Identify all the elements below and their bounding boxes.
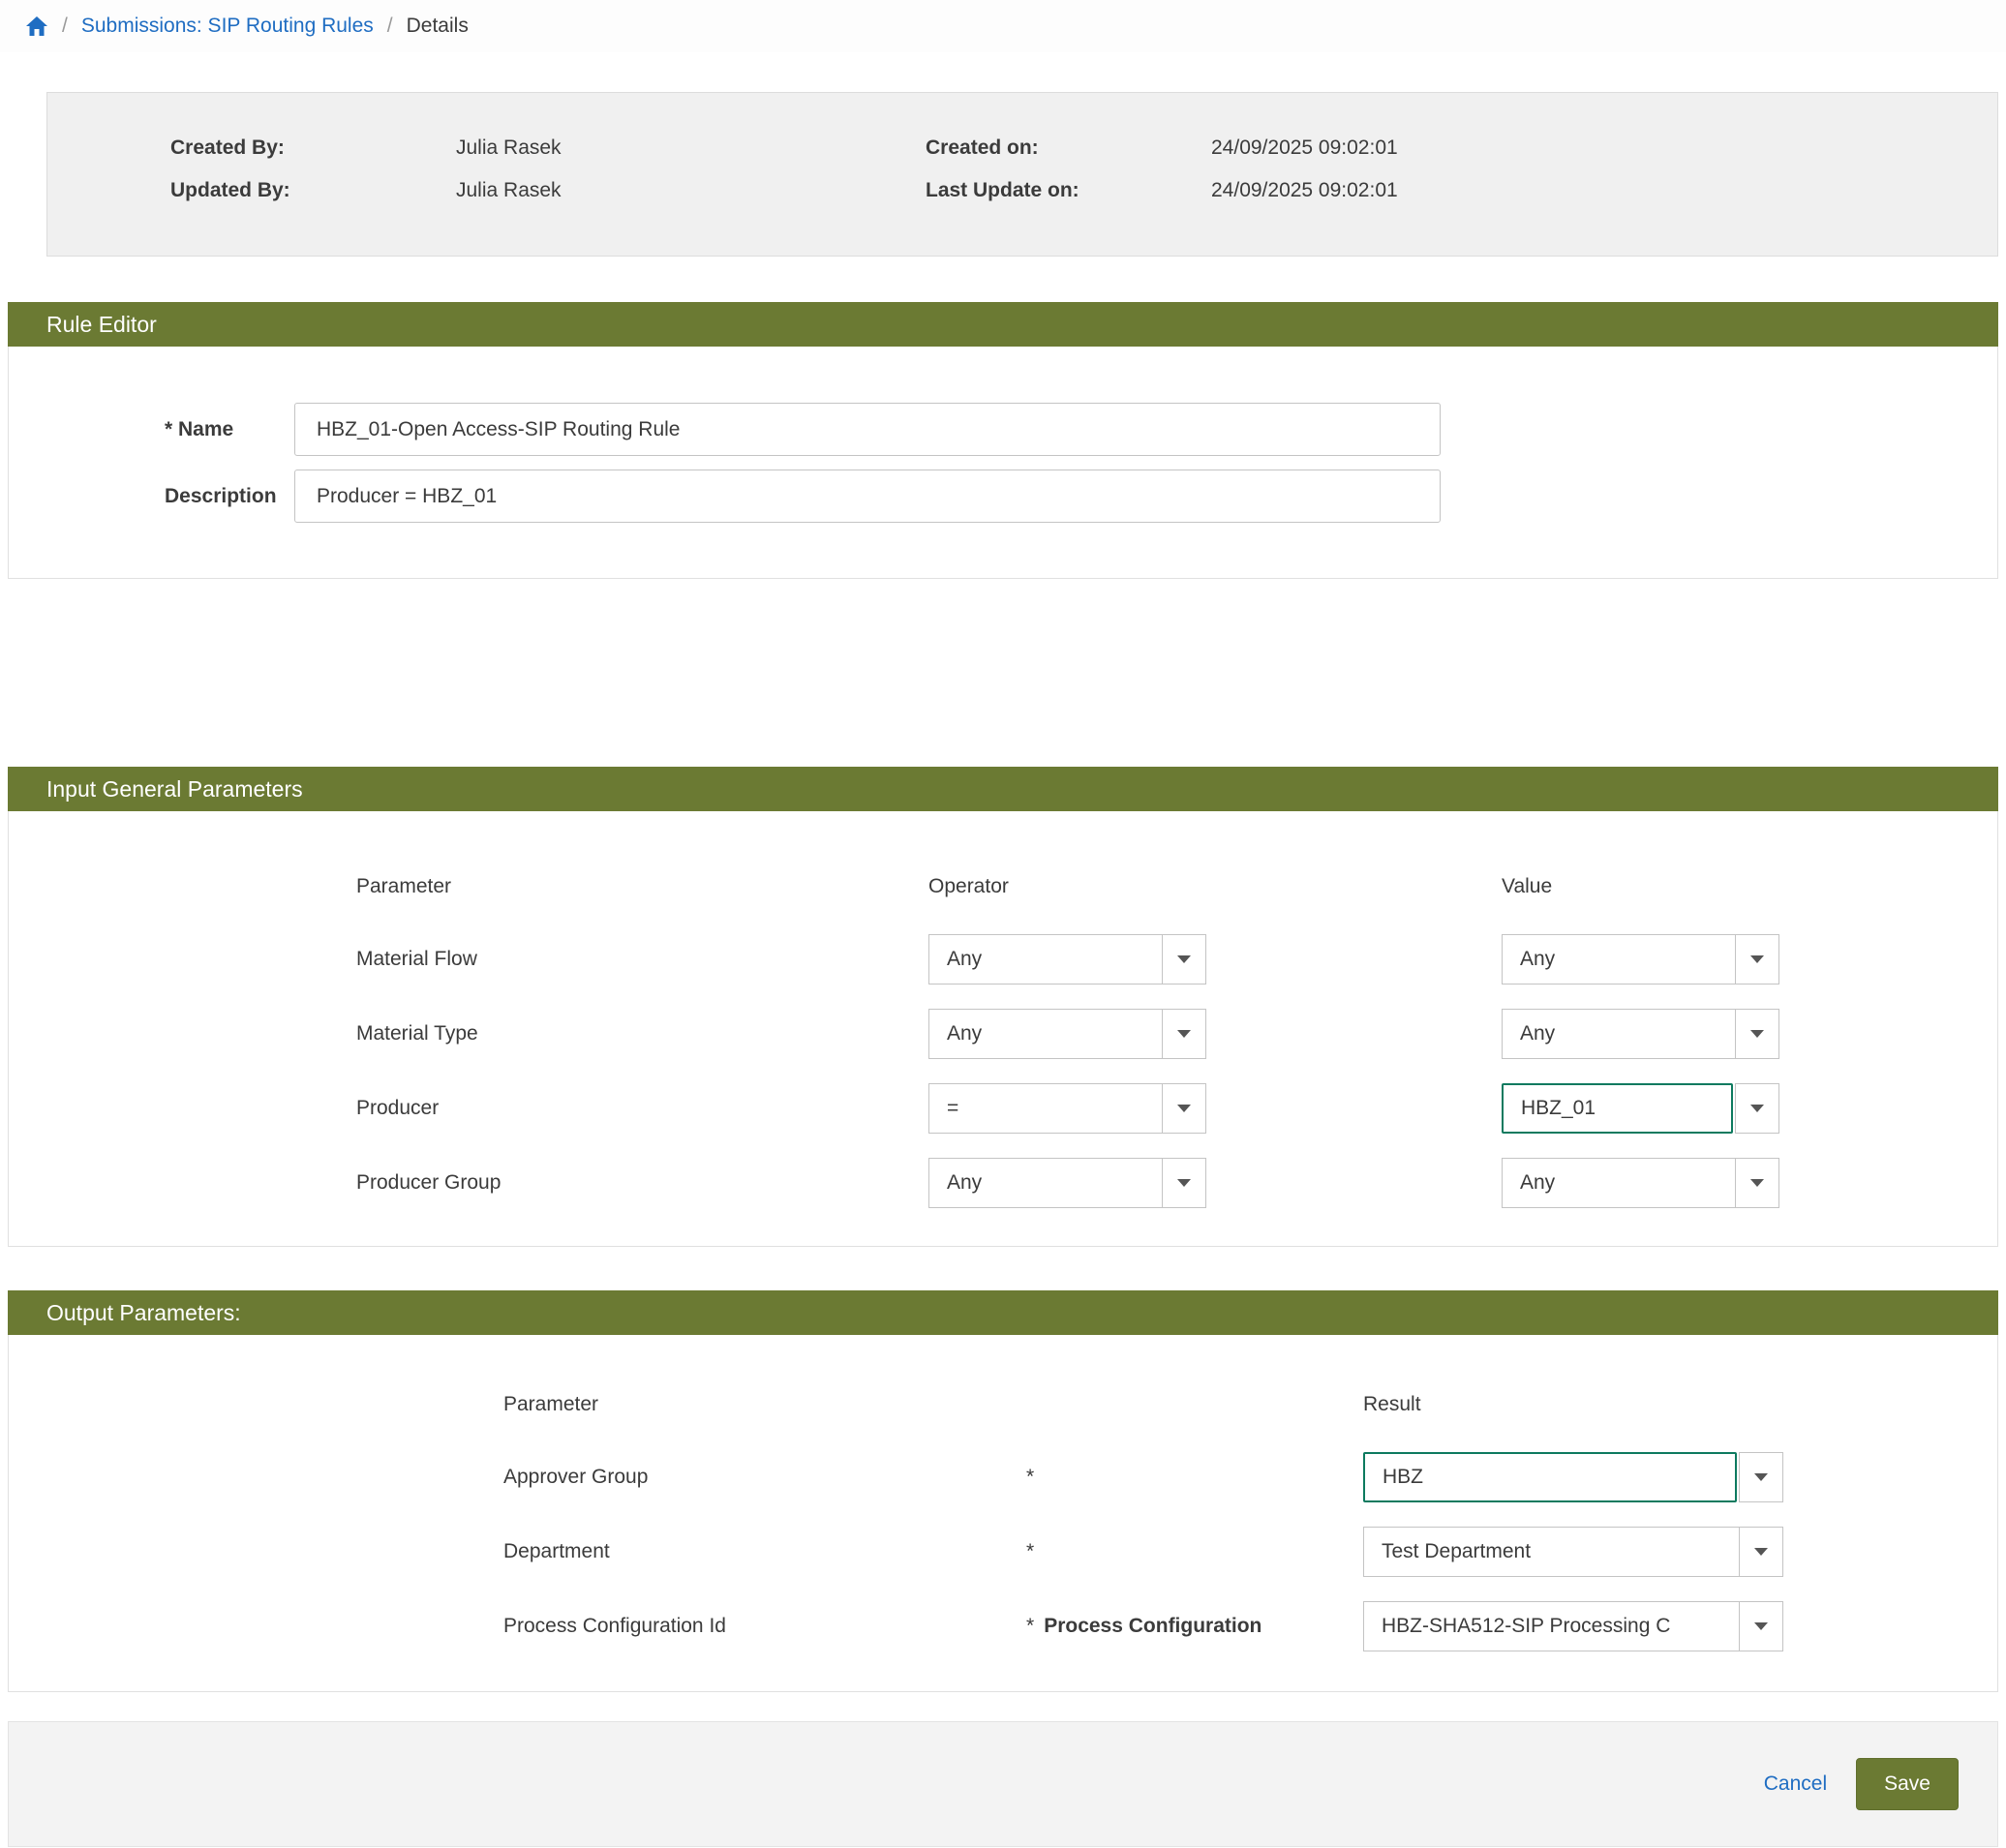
param-label-approver-group: Approver Group bbox=[503, 1466, 1026, 1489]
output-parameters-body: Parameter Result Approver Group * HBZ De… bbox=[8, 1335, 1998, 1692]
column-header-value: Value bbox=[1502, 875, 1997, 910]
producer-operator-dropdown[interactable]: = bbox=[928, 1083, 1206, 1134]
chevron-down-icon[interactable] bbox=[1162, 934, 1206, 985]
created-on-value: 24/09/2025 09:02:01 bbox=[1211, 136, 1997, 169]
name-label: * Name bbox=[9, 418, 294, 441]
rule-editor-header: Rule Editor bbox=[8, 302, 1998, 347]
cancel-button[interactable]: Cancel bbox=[1764, 1772, 1827, 1796]
process-configuration-label: *Process Configuration bbox=[1026, 1615, 1363, 1638]
output-parameters-header: Output Parameters: bbox=[8, 1290, 1998, 1335]
chevron-down-icon[interactable] bbox=[1735, 1009, 1779, 1059]
chevron-down-icon[interactable] bbox=[1739, 1527, 1783, 1577]
record-info-panel: Created By: Julia Rasek Created on: 24/0… bbox=[46, 92, 1998, 257]
created-by-label: Created By: bbox=[170, 136, 456, 169]
column-header-result: Result bbox=[1363, 1393, 1997, 1428]
chevron-down-icon[interactable] bbox=[1162, 1158, 1206, 1208]
chevron-down-icon[interactable] bbox=[1735, 1158, 1779, 1208]
producer-group-operator-dropdown[interactable]: Any bbox=[928, 1158, 1206, 1208]
material-flow-operator-dropdown[interactable]: Any bbox=[928, 934, 1206, 985]
breadcrumb-link-sip-routing-rules[interactable]: Submissions: SIP Routing Rules bbox=[81, 15, 374, 38]
column-header-parameter: Parameter bbox=[503, 1393, 1026, 1428]
param-label-material-flow: Material Flow bbox=[356, 948, 928, 971]
producer-group-value-dropdown[interactable]: Any bbox=[1502, 1158, 1779, 1208]
param-label-producer: Producer bbox=[356, 1097, 928, 1120]
footer-action-bar: Cancel Save bbox=[8, 1721, 1998, 1847]
description-label: Description bbox=[9, 485, 294, 508]
input-parameters-body: Parameter Operator Value Material Flow A… bbox=[8, 811, 1998, 1247]
rule-editor-body: * Name Description bbox=[8, 347, 1998, 579]
required-asterisk: * bbox=[1026, 1540, 1363, 1563]
material-flow-value-dropdown[interactable]: Any bbox=[1502, 934, 1779, 985]
input-parameters-section: Input General Parameters Parameter Opera… bbox=[8, 767, 1998, 1247]
chevron-down-icon[interactable] bbox=[1739, 1452, 1783, 1502]
chevron-down-icon[interactable] bbox=[1735, 1083, 1779, 1134]
chevron-down-icon[interactable] bbox=[1162, 1009, 1206, 1059]
param-label-producer-group: Producer Group bbox=[356, 1171, 928, 1195]
breadcrumb-separator: / bbox=[62, 15, 68, 38]
input-parameters-header: Input General Parameters bbox=[8, 767, 1998, 811]
home-icon[interactable] bbox=[25, 15, 48, 38]
material-type-value-dropdown[interactable]: Any bbox=[1502, 1009, 1779, 1059]
chevron-down-icon[interactable] bbox=[1739, 1601, 1783, 1651]
chevron-down-icon[interactable] bbox=[1735, 934, 1779, 985]
chevron-down-icon[interactable] bbox=[1162, 1083, 1206, 1134]
approver-group-dropdown[interactable]: HBZ bbox=[1363, 1452, 1783, 1502]
param-label-process-configuration-id: Process Configuration Id bbox=[503, 1615, 1026, 1638]
breadcrumb-separator: / bbox=[387, 15, 393, 38]
column-header-parameter: Parameter bbox=[356, 875, 928, 910]
param-label-department: Department bbox=[503, 1540, 1026, 1563]
column-header-operator: Operator bbox=[928, 875, 1502, 910]
process-configuration-dropdown[interactable]: HBZ-SHA512-SIP Processing C bbox=[1363, 1601, 1783, 1651]
updated-by-value: Julia Rasek bbox=[456, 179, 926, 212]
description-input[interactable] bbox=[294, 470, 1441, 523]
last-update-label: Last Update on: bbox=[926, 179, 1211, 212]
producer-value-dropdown[interactable]: HBZ_01 bbox=[1502, 1083, 1779, 1134]
department-dropdown[interactable]: Test Department bbox=[1363, 1527, 1783, 1577]
updated-by-label: Updated By: bbox=[170, 179, 456, 212]
material-type-operator-dropdown[interactable]: Any bbox=[928, 1009, 1206, 1059]
param-label-material-type: Material Type bbox=[356, 1022, 928, 1045]
created-by-value: Julia Rasek bbox=[456, 136, 926, 169]
required-asterisk: * bbox=[1026, 1466, 1363, 1489]
name-input[interactable] bbox=[294, 403, 1441, 456]
breadcrumb-current: Details bbox=[407, 15, 469, 38]
save-button[interactable]: Save bbox=[1856, 1758, 1959, 1810]
rule-editor-section: Rule Editor * Name Description bbox=[8, 302, 1998, 579]
last-update-value: 24/09/2025 09:02:01 bbox=[1211, 179, 1997, 212]
output-parameters-section: Output Parameters: Parameter Result Appr… bbox=[8, 1290, 1998, 1692]
breadcrumb: / Submissions: SIP Routing Rules / Detai… bbox=[0, 0, 2006, 52]
created-on-label: Created on: bbox=[926, 136, 1211, 169]
